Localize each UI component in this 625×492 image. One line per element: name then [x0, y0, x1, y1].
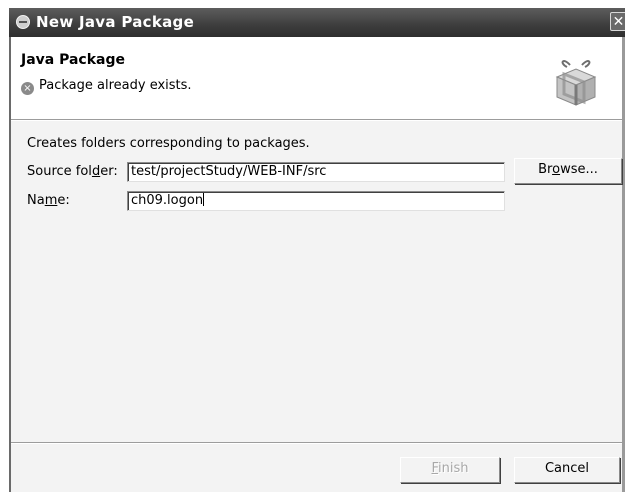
- cancel-button[interactable]: Cancel: [514, 457, 620, 483]
- wizard-content: Creates folders corresponding to package…: [11, 121, 622, 442]
- window-title: New Java Package: [36, 13, 195, 31]
- browse-button[interactable]: Browse...: [514, 158, 622, 184]
- error-icon: ×: [21, 82, 34, 95]
- name-input[interactable]: ch09.logon: [127, 191, 505, 211]
- source-folder-label: Source folder:: [27, 164, 118, 179]
- java-app-icon[interactable]: [16, 15, 30, 29]
- error-message: × Package already exists.: [21, 78, 192, 95]
- finish-button[interactable]: Finish: [400, 457, 500, 483]
- name-label: Name:: [27, 193, 70, 208]
- package-gift-icon: [555, 60, 597, 106]
- error-message-text: Package already exists.: [39, 78, 192, 93]
- wizard-page-title: Java Package: [21, 52, 126, 68]
- wizard-description: Creates folders corresponding to package…: [27, 136, 310, 151]
- wizard-footer: Finish Cancel: [11, 444, 622, 492]
- close-icon[interactable]: ✕: [610, 12, 625, 31]
- source-folder-input[interactable]: test/projectStudy/WEB-INF/src: [127, 162, 505, 182]
- wizard-header: Java Package × Package already exists.: [11, 37, 622, 119]
- text-caret: [203, 193, 205, 206]
- window-titlebar[interactable]: New Java Package ✕: [9, 8, 625, 37]
